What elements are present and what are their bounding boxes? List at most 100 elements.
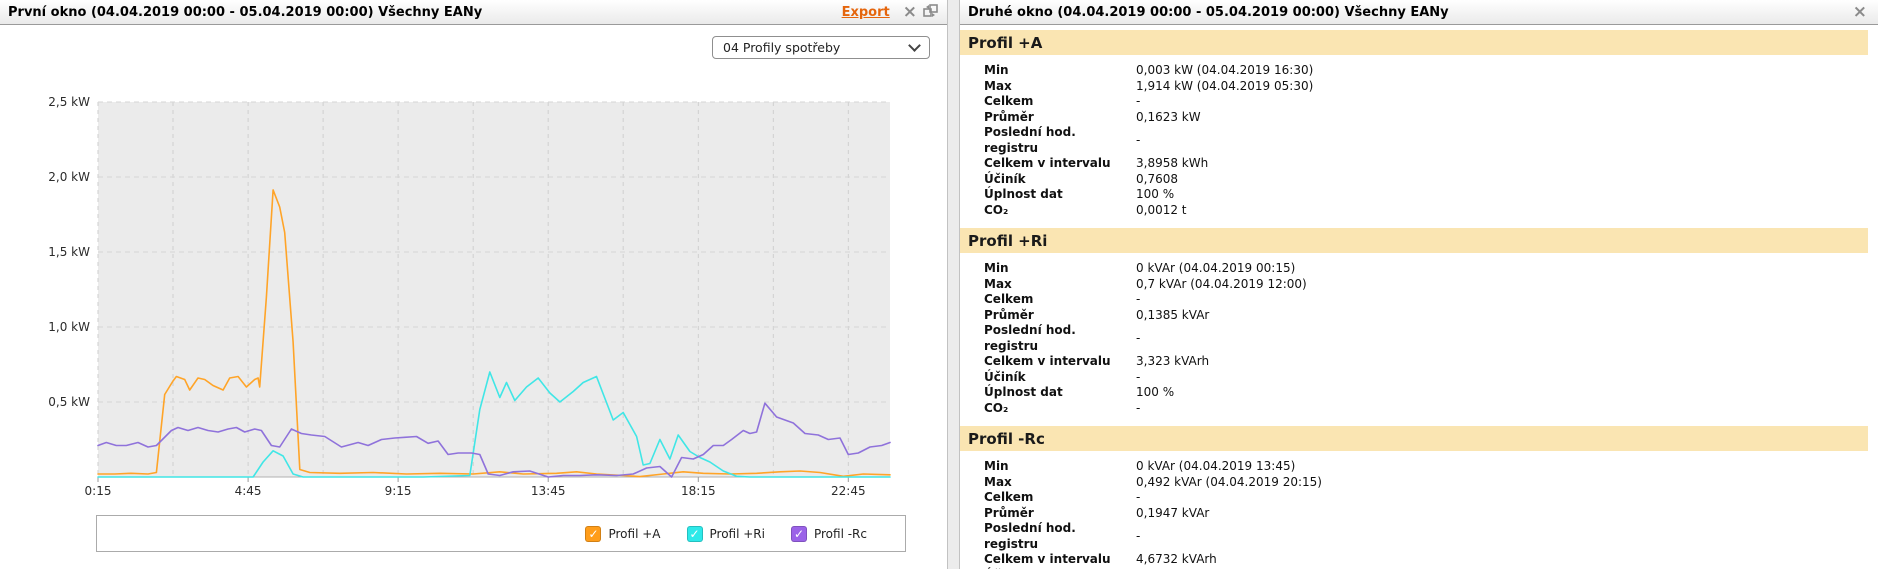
stat-row: Úplnost dat100 % [960, 385, 1868, 401]
stat-value: 100 % [1136, 187, 1174, 203]
stat-value: 1,914 kW (04.04.2019 05:30) [1136, 79, 1313, 95]
stat-row: Celkem- [960, 94, 1868, 110]
left-panel-header: První okno (04.04.2019 00:00 - 05.04.201… [0, 0, 947, 25]
stat-label: Celkem [984, 490, 1136, 506]
legend-label: Profil -Rc [814, 527, 867, 541]
stat-value: - [1136, 370, 1140, 386]
stat-row: Min0,003 kW (04.04.2019 16:30) [960, 63, 1868, 79]
profile-chart: 0,5 kW 1,0 kW 1,5 kW 2,0 kW 2,5 kW 0:15 4:45 9:… [0, 60, 947, 510]
stat-row: Max0,492 kVAr (04.04.2019 20:15) [960, 475, 1868, 491]
svg-text:9:15: 9:15 [385, 484, 412, 498]
stat-value: 0,0012 t [1136, 203, 1187, 219]
stat-value: 100 % [1136, 385, 1174, 401]
dropdown-value: 04 Profily spotřeby [723, 40, 840, 55]
stat-row: Celkem- [960, 292, 1868, 308]
stat-value: 0,492 kVAr (04.04.2019 20:15) [1136, 475, 1322, 491]
stat-row: Úplnost dat100 % [960, 187, 1868, 203]
stat-row: Celkem v intervalu3,323 kVArh [960, 354, 1868, 370]
stat-row: Min0 kVAr (04.04.2019 13:45) [960, 459, 1868, 475]
svg-text:0,5 kW: 0,5 kW [48, 395, 90, 409]
stat-value: - [1136, 529, 1140, 545]
stat-label: Průměr [984, 308, 1136, 324]
svg-text:1,5 kW: 1,5 kW [48, 245, 90, 259]
svg-text:2,0 kW: 2,0 kW [48, 170, 90, 184]
stat-label: Celkem v intervalu [984, 156, 1136, 172]
stat-label: Celkem v intervalu [984, 354, 1136, 370]
section-header: Profil -Rc [960, 426, 1868, 451]
stat-value: - [1136, 292, 1140, 308]
stat-value: 0 kVAr (04.04.2019 00:15) [1136, 261, 1295, 277]
check-icon: ✓ [689, 528, 699, 540]
right-panel-header: Druhé okno (04.04.2019 00:00 - 05.04.201… [960, 0, 1878, 25]
legend-item[interactable]: ✓ Profil +A [585, 526, 660, 542]
profile-type-dropdown[interactable]: 04 Profily spotřeby [712, 36, 930, 59]
stats-sections: Profil +AMin0,003 kW (04.04.2019 16:30)M… [960, 26, 1878, 569]
stat-label: Průměr [984, 506, 1136, 522]
stat-label: Úplnost dat [984, 187, 1136, 203]
stat-row: CO₂- [960, 401, 1868, 417]
stat-row: Max1,914 kW (04.04.2019 05:30) [960, 79, 1868, 95]
stat-value: 0 kVAr (04.04.2019 13:45) [1136, 459, 1295, 475]
right-panel-title: Druhé okno (04.04.2019 00:00 - 05.04.201… [968, 5, 1449, 20]
legend-checkbox[interactable]: ✓ [687, 526, 703, 542]
section-header: Profil +Ri [960, 228, 1868, 253]
stat-label: Poslední hod. registru [984, 125, 1136, 156]
stat-value: - [1136, 401, 1140, 417]
stat-value: 0,7 kVAr (04.04.2019 12:00) [1136, 277, 1307, 293]
stat-value: 0,1385 kVAr [1136, 308, 1209, 324]
stat-label: Účiník [984, 370, 1136, 386]
svg-text:18:15: 18:15 [681, 484, 716, 498]
stat-row: Celkem v intervalu3,8958 kWh [960, 156, 1868, 172]
close-icon[interactable]: × [1853, 4, 1867, 21]
stat-value: - [1136, 133, 1140, 149]
check-icon: ✓ [588, 528, 598, 540]
stat-row: Průměr0,1385 kVAr [960, 308, 1868, 324]
stat-value: 0,1623 kW [1136, 110, 1201, 126]
legend-checkbox[interactable]: ✓ [585, 526, 601, 542]
stat-row: Poslední hod. registru- [960, 125, 1868, 156]
left-panel-title: První okno (04.04.2019 00:00 - 05.04.201… [8, 5, 482, 20]
stat-row: Účiník- [960, 370, 1868, 386]
stat-value: - [1136, 331, 1140, 347]
svg-text:13:45: 13:45 [531, 484, 566, 498]
chart-legend: ✓ Profil +A ✓ Profil +Ri ✓ Profil -Rc [96, 515, 906, 552]
close-icon[interactable]: × [903, 4, 917, 21]
stat-label: Průměr [984, 110, 1136, 126]
stat-label: Max [984, 79, 1136, 95]
stat-row: Celkem- [960, 490, 1868, 506]
stat-value: 0,003 kW (04.04.2019 16:30) [1136, 63, 1313, 79]
svg-text:0:15: 0:15 [85, 484, 112, 498]
legend-checkbox[interactable]: ✓ [791, 526, 807, 542]
chevron-down-icon [908, 39, 921, 52]
swap-windows-icon[interactable] [923, 3, 938, 22]
svg-text:4:45: 4:45 [235, 484, 262, 498]
stat-value: - [1136, 94, 1140, 110]
export-link[interactable]: Export [842, 5, 890, 20]
stat-row: Max0,7 kVAr (04.04.2019 12:00) [960, 277, 1868, 293]
legend-label: Profil +Ri [710, 527, 765, 541]
legend-item[interactable]: ✓ Profil +Ri [687, 526, 765, 542]
stat-label: Poslední hod. registru [984, 323, 1136, 354]
stat-row: Účiník0,7608 [960, 172, 1868, 188]
stat-value: 0,1947 kVAr [1136, 506, 1209, 522]
stat-label: CO₂ [984, 401, 1136, 417]
stat-label: Min [984, 459, 1136, 475]
stat-label: Celkem [984, 292, 1136, 308]
legend-label: Profil +A [608, 527, 660, 541]
svg-text:2,5 kW: 2,5 kW [48, 95, 90, 109]
legend-item[interactable]: ✓ Profil -Rc [791, 526, 867, 542]
stat-value: - [1136, 490, 1140, 506]
stat-label: Max [984, 277, 1136, 293]
svg-text:22:45: 22:45 [831, 484, 866, 498]
stat-label: Úplnost dat [984, 385, 1136, 401]
panel-splitter[interactable] [947, 0, 960, 569]
stat-value: 3,8958 kWh [1136, 156, 1208, 172]
svg-text:1,0 kW: 1,0 kW [48, 320, 90, 334]
stat-row: Poslední hod. registru- [960, 323, 1868, 354]
stat-label: Min [984, 261, 1136, 277]
section-header: Profil +A [960, 30, 1868, 55]
stat-row: Celkem v intervalu4,6732 kVArh [960, 552, 1868, 568]
stat-label: Celkem [984, 94, 1136, 110]
stat-row: Průměr0,1947 kVAr [960, 506, 1868, 522]
stat-row: Min0 kVAr (04.04.2019 00:15) [960, 261, 1868, 277]
